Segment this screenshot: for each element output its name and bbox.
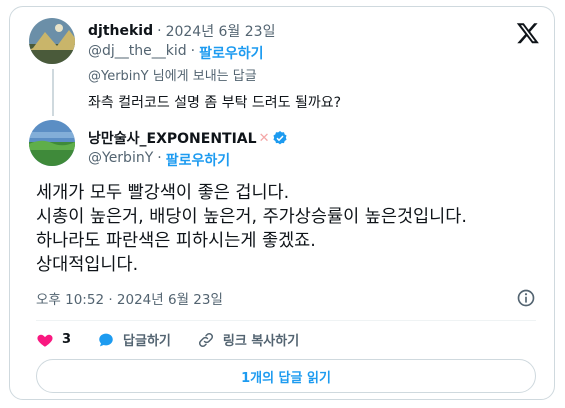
like-count: 3 bbox=[62, 332, 72, 347]
tweet-text-line: 하나라도 파란색은 피하시는게 좋겠죠. bbox=[36, 231, 316, 251]
info-icon[interactable] bbox=[516, 288, 536, 308]
reply-follow-button[interactable]: 팔로우하기 bbox=[199, 43, 263, 63]
reply-icon bbox=[99, 333, 113, 346]
divider bbox=[36, 320, 536, 321]
main-display-name[interactable]: 낭만술사_EXPONENTIAL bbox=[88, 128, 257, 148]
separator-dot: · bbox=[157, 23, 162, 39]
copy-link-label: 링크 복사하기 bbox=[222, 334, 300, 349]
copy-link-button[interactable]: 링크 복사하기 bbox=[197, 330, 299, 349]
heart-icon bbox=[37, 334, 53, 347]
main-author-row: 낭만술사_EXPONENTIAL ✕ bbox=[88, 128, 288, 148]
main-handle[interactable]: @YerbinY bbox=[88, 150, 153, 170]
like-button[interactable]: 3 bbox=[36, 331, 71, 349]
tweet-timestamp[interactable]: 오후 10:52 · 2024년 6월 23일 bbox=[36, 288, 223, 308]
link-icon bbox=[198, 332, 213, 347]
reply-handle-row: @dj__the__kid · 팔로우하기 bbox=[88, 43, 264, 63]
reply-handle[interactable]: @dj__the__kid bbox=[88, 43, 187, 63]
x-logo-icon[interactable] bbox=[516, 21, 540, 45]
separator-dot: · bbox=[157, 150, 162, 166]
reply-date[interactable]: 2024년 6월 23일 bbox=[166, 21, 276, 41]
tweet-card: djthekid · 2024년 6월 23일 @dj__the__kid · … bbox=[9, 6, 555, 400]
tweet-text-line: 세개가 모두 빨강색이 좋은 겁니다. bbox=[36, 183, 290, 203]
read-replies-button[interactable]: 1개의 답글 읽기 bbox=[36, 359, 536, 393]
avatar-djthekid[interactable] bbox=[29, 18, 75, 64]
reply-text: 좌측 컬러코드 설명 좀 부탁 드려도 될까요? bbox=[88, 95, 342, 111]
reply-label: 답글하기 bbox=[123, 334, 171, 349]
thread-line bbox=[52, 69, 54, 116]
tweet-text-line: 상대적입니다. bbox=[36, 255, 139, 275]
reply-author-row: djthekid · 2024년 6월 23일 bbox=[88, 21, 275, 41]
read-replies-label: 1개의 답글 읽기 bbox=[241, 370, 331, 386]
main-tweet-text: 세개가 모두 빨강색이 좋은 겁니다. 시총이 높은거, 배당이 높은거, 주가… bbox=[36, 181, 467, 277]
avatar-yerbiny[interactable] bbox=[29, 120, 75, 166]
main-handle-row: @YerbinY · 팔로우하기 bbox=[88, 150, 230, 170]
verified-icon bbox=[273, 131, 288, 145]
reply-button[interactable]: 답글하기 bbox=[97, 330, 171, 349]
reply-display-name[interactable]: djthekid bbox=[88, 23, 153, 39]
tweet-text-line: 시총이 높은거, 배당이 높은거, 주가상승률이 높은것입니다. bbox=[36, 207, 467, 227]
main-follow-button[interactable]: 팔로우하기 bbox=[166, 150, 230, 170]
action-bar: 3 답글하기 링크 복사하기 bbox=[36, 330, 325, 349]
replying-to-label: @YerbinY 님에게 보내는 답글 bbox=[88, 69, 257, 84]
syringe-emoji-icon: ✕ bbox=[258, 130, 270, 146]
separator-dot: · bbox=[190, 43, 196, 59]
